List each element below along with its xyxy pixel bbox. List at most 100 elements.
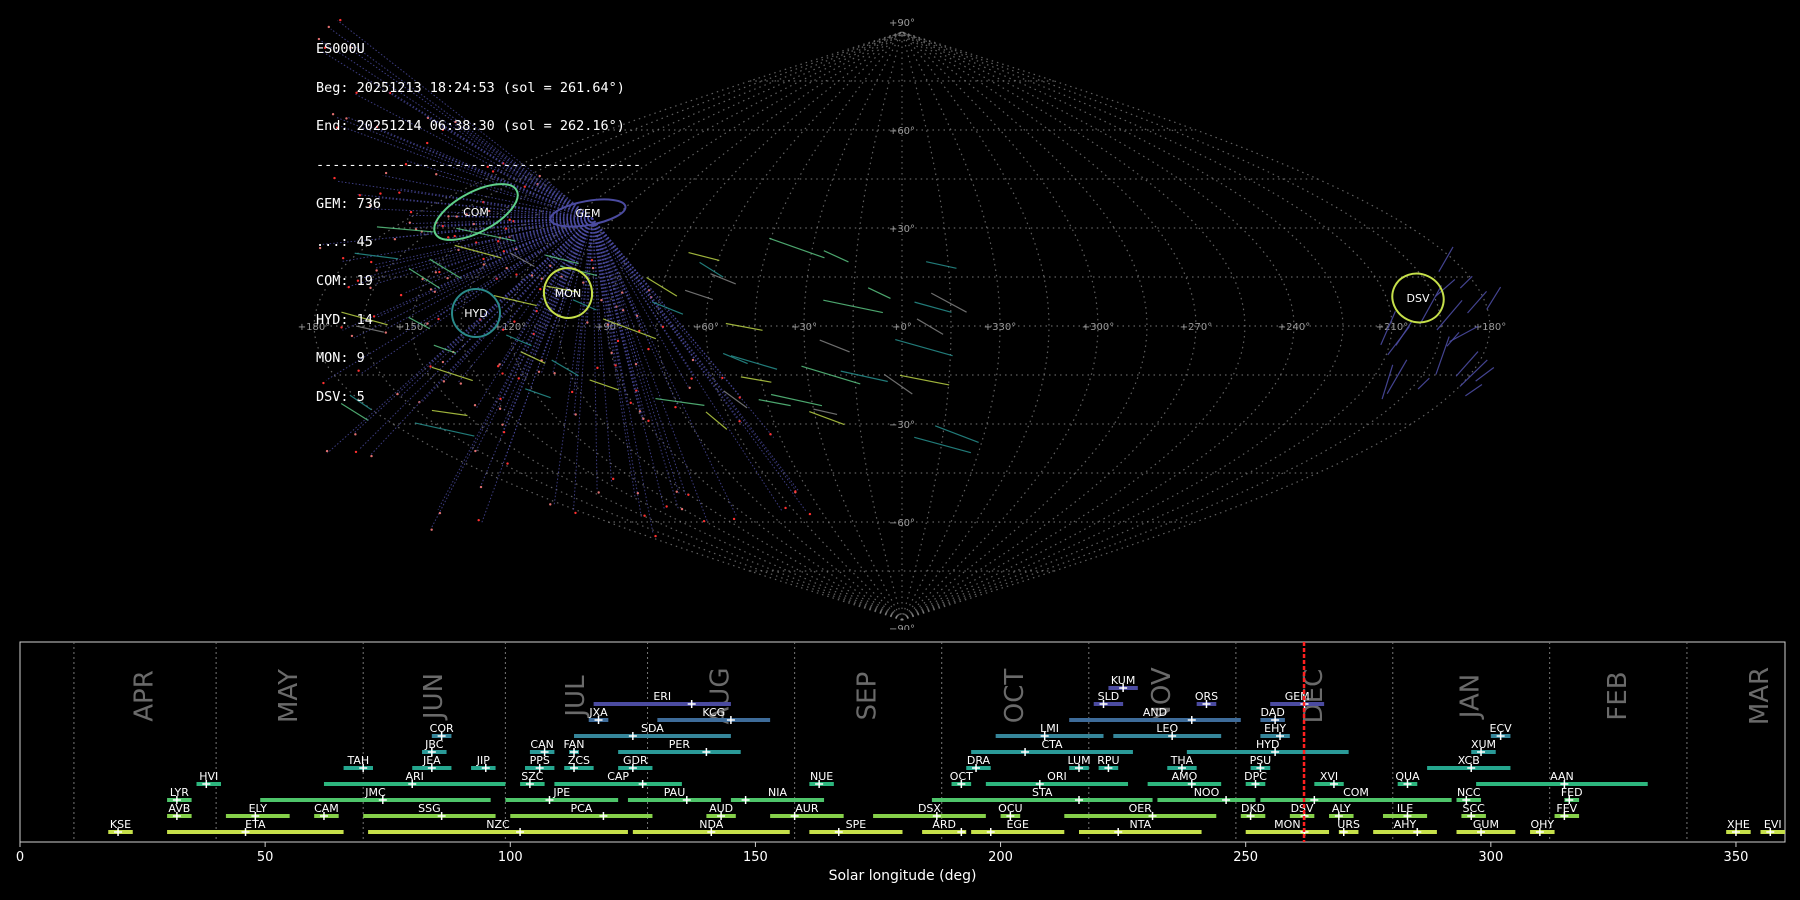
month-label: APR — [130, 670, 160, 722]
meteor-point — [438, 511, 442, 515]
shower-label-cam: CAM — [314, 802, 339, 815]
lon-label: +330° — [984, 322, 1016, 333]
meteor-point — [732, 517, 736, 521]
meteor-trail — [699, 261, 724, 278]
meteor-trail — [723, 390, 748, 409]
meteor-point — [354, 433, 357, 436]
x-tick-label: 150 — [743, 850, 768, 865]
sky-map: +90°+60°+30°−30°−60°−90°+180°+150°+120°+… — [298, 18, 1506, 630]
count-3: HYD: 14 — [316, 311, 373, 328]
shower-label-amo: AMO — [1172, 770, 1198, 783]
lon-label: +30° — [791, 322, 817, 333]
count-2: COM: 19 — [316, 273, 373, 290]
shower-label-jpe: JPE — [552, 786, 570, 799]
meteor-point — [738, 396, 741, 399]
shower-label-dad: DAD — [1261, 706, 1285, 719]
shower-label-tah: TAH — [346, 754, 369, 767]
meteor-point — [506, 462, 509, 465]
meteor-point — [674, 405, 677, 409]
shower-label-aud: AUD — [709, 802, 733, 815]
meteor-point — [325, 449, 329, 453]
meteor-point — [549, 503, 552, 506]
month-label: JUN — [419, 673, 449, 721]
lon-label: +240° — [1278, 322, 1310, 333]
shower-label-fan: FAN — [563, 738, 584, 751]
shower-label-nia: NIA — [768, 786, 787, 799]
shower-label-com: COM — [1343, 786, 1369, 799]
shower-label-nzc: NZC — [486, 818, 510, 831]
shower-label-nda: NDA — [699, 818, 724, 831]
shower-label-ors: ORS — [1195, 690, 1218, 703]
shower-label-dkd: DKD — [1241, 802, 1265, 815]
shower-label-ahy: AHY — [1394, 818, 1417, 831]
separator: ---------------------------------------- — [316, 156, 642, 173]
x-tick-label: 250 — [1233, 850, 1258, 865]
shower-label-hvi: HVI — [199, 770, 218, 783]
shower-label-ari: ARI — [405, 770, 423, 783]
meteor-trail — [1417, 377, 1430, 390]
meteor-trail — [414, 422, 475, 437]
meteor-point — [690, 377, 693, 380]
meteor-trail — [1467, 290, 1488, 314]
meteor-trail — [1459, 359, 1488, 387]
meteor-trail — [1435, 279, 1456, 297]
shower-label-ely: ELY — [249, 802, 268, 815]
meteor-trail — [1381, 364, 1394, 400]
shower-label-leo: LEO — [1156, 722, 1178, 735]
meteor-point — [354, 450, 358, 454]
count-1: ...: 45 — [316, 234, 373, 251]
meteor-point — [702, 519, 706, 523]
x-tick-label: 50 — [257, 850, 274, 865]
shower-label-and: AND — [1143, 706, 1167, 719]
lon-label: +270° — [1180, 322, 1212, 333]
shower-label-cor: COR — [430, 722, 454, 735]
meteor-trail — [1386, 359, 1408, 394]
lon-label: +60° — [693, 322, 719, 333]
shower-label-dsv: DSV — [1291, 802, 1314, 815]
shower-label-fev: FEV — [1556, 802, 1577, 815]
lat-label: +90° — [889, 18, 915, 29]
meteor-point — [502, 430, 506, 434]
shower-label-dsx: DSX — [918, 802, 941, 815]
shower-label-can: CAN — [530, 738, 553, 751]
shower-label-cap: CAP — [607, 770, 629, 783]
meteor-trail — [867, 287, 891, 299]
meteor-point — [769, 433, 772, 436]
x-tick-label: 0 — [16, 850, 24, 865]
meteor-point — [477, 518, 480, 522]
shower-label-aly: ALY — [1332, 802, 1351, 815]
shower-label-ard: ARD — [932, 818, 956, 831]
shower-label-oer: OER — [1129, 802, 1153, 815]
meteor-point — [597, 491, 600, 494]
shower-label-ecv: ECV — [1490, 722, 1513, 735]
shower-label-kcg: KCG — [702, 706, 725, 719]
month-label: MAR — [1745, 667, 1775, 725]
lat-label: −30° — [889, 420, 915, 431]
shower-label-mon: MON — [1274, 818, 1300, 831]
shower-label-gum: GUM — [1473, 818, 1499, 831]
shower-label-qua: QUA — [1395, 770, 1420, 783]
meteor-point — [675, 490, 678, 493]
shower-label-ehy: EHY — [1264, 722, 1286, 735]
count-5: DSV: 5 — [316, 389, 365, 406]
shower-label-lum: LUM — [1067, 754, 1090, 767]
shower-label-spe: SPE — [846, 818, 867, 831]
shower-label-jip: JIP — [476, 754, 490, 767]
end-time: End: 20251214 06:38:30 (sol = 262.16°) — [316, 118, 625, 135]
meteor-point — [665, 505, 668, 508]
meteor-point — [721, 376, 724, 380]
meteor-point — [691, 358, 695, 362]
x-tick-label: 300 — [1478, 850, 1503, 865]
shower-label-eta: ETA — [245, 818, 266, 831]
meteor-point — [501, 423, 504, 426]
meteor-point — [643, 514, 646, 517]
meteor-trail — [1486, 286, 1502, 310]
shower-label-xhe: XHE — [1727, 818, 1750, 831]
shower-label-kse: KSE — [110, 818, 131, 831]
shower-label-xvi: XVI — [1320, 770, 1338, 783]
month-label: JAN — [1456, 674, 1486, 720]
meteor-trail — [1449, 325, 1479, 343]
shower-label-aur: AUR — [795, 802, 819, 815]
shower-label-jbc: JBC — [424, 738, 444, 751]
shower-label-pca: PCA — [570, 802, 592, 815]
